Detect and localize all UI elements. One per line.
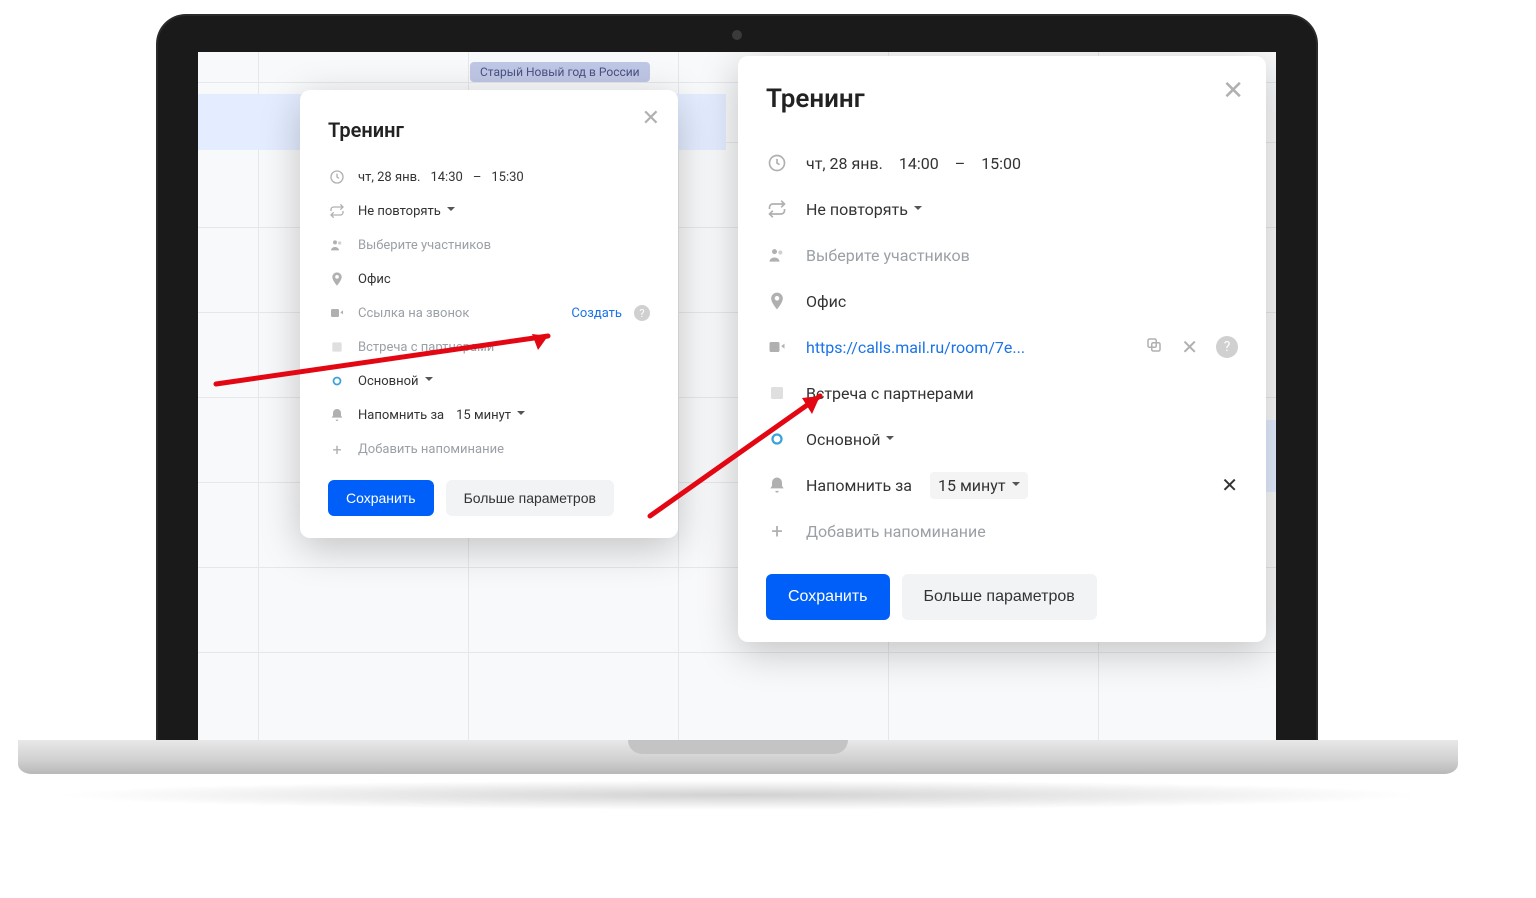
event-time-end[interactable]: 15:00 bbox=[981, 154, 1021, 173]
video-icon bbox=[328, 304, 346, 322]
note-icon bbox=[766, 382, 788, 404]
calendar-select[interactable]: Основной bbox=[358, 374, 433, 389]
description-input[interactable]: Встреча с партнерами bbox=[358, 340, 494, 355]
holiday-badge: Старый Новый год в России bbox=[470, 62, 650, 82]
remind-label: Напомнить за bbox=[358, 408, 444, 423]
location-input[interactable]: Офис bbox=[358, 272, 391, 287]
close-icon[interactable]: ✕ bbox=[1222, 78, 1244, 104]
event-time-start[interactable]: 14:30 bbox=[430, 170, 462, 185]
repeat-icon bbox=[766, 198, 788, 220]
bell-icon bbox=[766, 474, 788, 496]
laptop-frame: Старый Новый год в России 0:30 14:0 Бе: … bbox=[158, 16, 1316, 740]
people-icon bbox=[328, 236, 346, 254]
remind-value[interactable]: 15 минут bbox=[930, 472, 1028, 499]
repeat-icon bbox=[328, 202, 346, 220]
more-options-button[interactable]: Больше параметров bbox=[446, 480, 614, 516]
close-icon[interactable]: ✕ bbox=[642, 108, 660, 130]
more-options-button[interactable]: Больше параметров bbox=[902, 574, 1097, 620]
save-button[interactable]: Сохранить bbox=[328, 480, 434, 516]
event-date[interactable]: чт, 28 янв. bbox=[806, 154, 883, 173]
remind-value[interactable]: 15 минут bbox=[456, 408, 525, 423]
participants-input[interactable]: Выберите участников bbox=[806, 246, 970, 265]
create-link-button[interactable]: Создать bbox=[571, 306, 622, 321]
dash: – bbox=[955, 154, 966, 173]
add-reminder-button[interactable]: Добавить напоминание bbox=[806, 522, 986, 541]
laptop-base bbox=[18, 740, 1458, 774]
calendar-color-icon bbox=[328, 372, 346, 390]
event-popup-left: ✕ Тренинг чт, 28 янв. 14:30 – 15:30 Не п… bbox=[300, 90, 678, 538]
plus-icon: + bbox=[766, 520, 788, 542]
remove-link-icon[interactable]: ✕ bbox=[1181, 335, 1198, 359]
event-time-start[interactable]: 14:00 bbox=[899, 154, 939, 173]
add-reminder-button[interactable]: Добавить напоминание bbox=[358, 442, 504, 457]
help-icon[interactable]: ? bbox=[634, 305, 650, 321]
event-date[interactable]: чт, 28 янв. bbox=[358, 170, 420, 185]
description-input[interactable]: Встреча с партнерами bbox=[806, 384, 974, 403]
help-icon[interactable]: ? bbox=[1216, 336, 1238, 358]
video-icon bbox=[766, 336, 788, 358]
repeat-select[interactable]: Не повторять bbox=[806, 200, 922, 219]
camera-icon bbox=[732, 30, 742, 40]
event-time-end[interactable]: 15:30 bbox=[491, 170, 523, 185]
copy-icon[interactable] bbox=[1145, 336, 1163, 358]
participants-input[interactable]: Выберите участников bbox=[358, 238, 491, 253]
calendar-select[interactable]: Основной bbox=[806, 430, 894, 449]
location-icon bbox=[328, 270, 346, 288]
people-icon bbox=[766, 244, 788, 266]
calendar-color-icon bbox=[766, 428, 788, 450]
clock-icon bbox=[328, 168, 346, 186]
event-title[interactable]: Тренинг bbox=[328, 118, 650, 142]
call-link-label: Ссылка на звонок bbox=[358, 306, 469, 321]
bell-icon bbox=[328, 406, 346, 424]
save-button[interactable]: Сохранить bbox=[766, 574, 890, 620]
plus-icon: + bbox=[328, 440, 346, 458]
remove-reminder-icon[interactable]: ✕ bbox=[1221, 473, 1238, 497]
note-icon bbox=[328, 338, 346, 356]
location-input[interactable]: Офис bbox=[806, 292, 846, 311]
repeat-select[interactable]: Не повторять bbox=[358, 204, 455, 219]
location-icon bbox=[766, 290, 788, 312]
clock-icon bbox=[766, 152, 788, 174]
remind-label: Напомнить за bbox=[806, 476, 912, 495]
screen: Старый Новый год в России 0:30 14:0 Бе: … bbox=[198, 52, 1276, 740]
event-title[interactable]: Тренинг bbox=[766, 84, 1238, 114]
event-popup-right: ✕ Тренинг чт, 28 янв. 14:00 – 15:00 Не п… bbox=[738, 56, 1266, 642]
call-url[interactable]: https://calls.mail.ru/room/7e... bbox=[806, 338, 1025, 357]
dash: – bbox=[473, 170, 482, 185]
